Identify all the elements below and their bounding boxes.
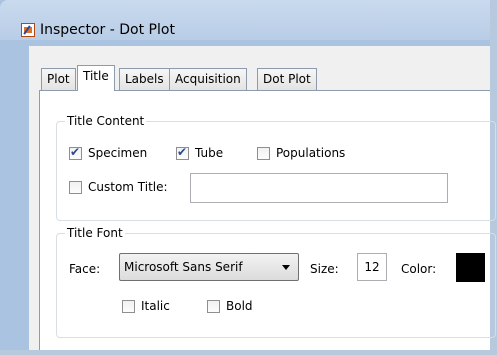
custom-title-checkbox[interactable] [69, 181, 82, 194]
inspector-window: Inspector - Dot Plot Plot Title Labels A… [0, 0, 497, 355]
tab-title[interactable]: Title [77, 65, 115, 91]
tab-dot-plot[interactable]: Dot Plot [257, 68, 317, 90]
face-label: Face: [69, 262, 101, 276]
app-icon [21, 23, 35, 37]
title-font-heading: Title Font [65, 225, 125, 241]
title-bar[interactable]: Inspector - Dot Plot [0, 0, 490, 40]
bold-label: Bold [226, 299, 253, 313]
tab-labels[interactable]: Labels [119, 68, 170, 90]
title-content-heading: Title Content [65, 113, 147, 129]
title-tab-panel: Title Content Specimen Tube Populations … [39, 90, 496, 350]
populations-checkbox[interactable] [257, 147, 270, 160]
chevron-down-icon [282, 265, 290, 270]
specimen-label: Specimen [88, 146, 148, 160]
size-label: Size: [310, 262, 339, 276]
bold-checkbox[interactable] [207, 300, 220, 313]
italic-checkbox[interactable] [122, 300, 135, 313]
tube-checkbox[interactable] [176, 145, 189, 160]
font-face-value: Microsoft Sans Serif [124, 260, 243, 274]
font-color-swatch[interactable] [456, 253, 485, 282]
specimen-checkbox[interactable] [69, 145, 82, 160]
italic-label: Italic [141, 299, 170, 313]
title-content-group: Title Content Specimen Tube Populations … [56, 113, 496, 221]
tab-strip: Plot Title Labels Acquisition Dot Plot [29, 46, 490, 96]
custom-title-label: Custom Title: [88, 180, 168, 194]
custom-title-input[interactable] [190, 173, 448, 203]
color-label: Color: [401, 262, 437, 276]
window-title: Inspector - Dot Plot [40, 22, 175, 38]
window-client-area: Plot Title Labels Acquisition Dot Plot T… [29, 46, 496, 350]
tab-acquisition[interactable]: Acquisition [169, 68, 247, 90]
tab-plot[interactable]: Plot [41, 68, 76, 90]
window-frame-bottom [0, 350, 497, 355]
font-face-select[interactable]: Microsoft Sans Serif [119, 253, 299, 281]
font-size-input[interactable]: 12 [357, 253, 387, 281]
tube-label: Tube [195, 146, 224, 160]
populations-label: Populations [276, 146, 346, 160]
title-font-group: Title Font Face: Microsoft Sans Serif Si… [56, 225, 496, 338]
